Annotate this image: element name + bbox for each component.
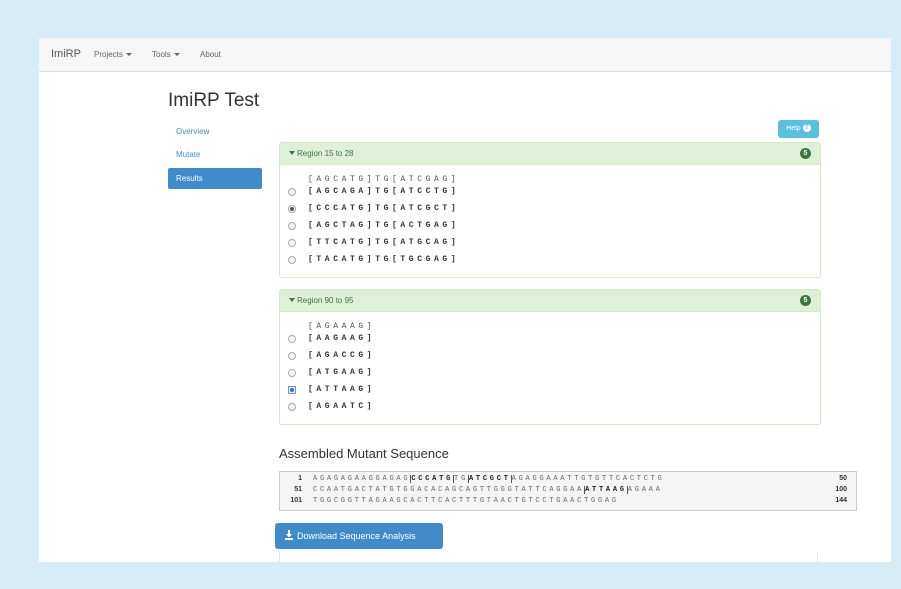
radio-button[interactable]	[288, 256, 296, 264]
radio-button[interactable]	[288, 239, 296, 247]
line-sequence: TGGCGGTTAGAAGCACTTCACTTTGTAACTGTCCTGAACT…	[313, 497, 619, 505]
original-sequence: [AGCATG]TG[ATCGAG]	[308, 175, 460, 184]
radio-button[interactable]	[288, 369, 296, 377]
region-panel-header[interactable]: Region 90 to 95 5	[280, 290, 820, 312]
line-sequence: AGAGAGAAGGAGAGCCCATGTGATCGCTAGAGGAAATTGT…	[313, 475, 665, 483]
region-panel-header[interactable]: Region 15 to 28 5	[280, 143, 820, 165]
sequence-segment: CCAATGACTATGTGGACACAGCAGTTGGGTATTCAGGAA	[313, 486, 585, 494]
sequence-segment: AGAGAGAAGGAGAG	[313, 475, 411, 483]
option-sequence: [TTCATG]TG[ATGCAG]	[308, 238, 460, 247]
region-panel: Region 15 to 28 5 [AGCATG]TG[ATCGAG] [AG…	[279, 142, 821, 278]
sequence-line: 51 CCAATGACTATGTGGACACAGCAGTTGGGTATTCAGG…	[280, 486, 856, 497]
nav-projects-label: Projects	[94, 50, 123, 59]
download-sequence-analysis-button[interactable]: Download Sequence Analysis	[275, 523, 443, 549]
mutated-segment: CCCATG	[410, 475, 454, 483]
option-sequence: [AGAATC]	[308, 402, 376, 411]
option-sequence: [AGCTAG]TG[ACTGAG]	[308, 221, 460, 230]
radio-button-selected[interactable]	[288, 205, 296, 213]
sequence-line: 101 TGGCGGTTAGAAGCACTTCACTTTGTAACTGTCCTG…	[280, 497, 856, 508]
help-label: Help	[786, 125, 801, 132]
sequence-segment: TGGCGGTTAGAAGCACTTCACTTTGTAACTGTCCTGAACT…	[313, 497, 619, 505]
sequence-segment: TG	[453, 475, 468, 483]
region-title: Region 15 to 28	[297, 149, 354, 158]
page-title: ImiRP Test	[168, 90, 260, 111]
mutated-segment: ATCGCT	[467, 475, 511, 483]
original-sequence: [AGAAAG]	[308, 322, 376, 331]
question-circle-icon: ?	[802, 124, 811, 133]
app-window: ImiRP Projects Tools About ImiRP Test Ov…	[39, 38, 891, 562]
brand-logo[interactable]: ImiRP	[51, 48, 81, 60]
navbar: ImiRP Projects Tools About	[39, 38, 891, 72]
divider	[279, 552, 280, 562]
radio-button[interactable]	[288, 403, 296, 411]
region-title: Region 90 to 95	[297, 296, 354, 305]
download-icon	[285, 530, 293, 540]
option-sequence: [TACATG]TG[TGCGAG]	[308, 255, 460, 264]
radio-button-selected[interactable]	[288, 386, 296, 394]
line-end-number: 144	[835, 497, 847, 504]
line-sequence: CCAATGACTATGTGGACACAGCAGTTGGGTATTCAGGAAA…	[313, 486, 663, 494]
nav-tools-label: Tools	[152, 50, 171, 59]
sequence-segment: AGAGGAAATTGTGTTCACTCTG	[510, 475, 665, 483]
nav-tools-dropdown[interactable]: Tools	[152, 50, 180, 59]
sidebar-item-label: Mutate	[176, 150, 201, 159]
option-count-badge: 5	[800, 295, 811, 306]
option-sequence: [ATGAAG]	[308, 368, 376, 377]
download-button-label: Download Sequence Analysis	[297, 531, 416, 541]
option-sequence: [ATTAAG]	[308, 385, 376, 394]
line-start-number: 101	[290, 497, 302, 504]
sidebar-item-results[interactable]: Results	[168, 168, 262, 189]
line-start-number: 51	[294, 486, 302, 493]
region-panel: Region 90 to 95 5 [AGAAAG] [AAGAAG] [AGA…	[279, 289, 821, 425]
sequence-segment: AGAAA	[626, 486, 663, 494]
option-sequence: [AGACCG]	[308, 351, 376, 360]
radio-button[interactable]	[288, 335, 296, 343]
option-sequence: [CCCATG]TG[ATCGCT]	[308, 204, 460, 213]
nav-about-link[interactable]: About	[200, 50, 221, 59]
assembled-sequence-box: 1 AGAGAGAAGGAGAGCCCATGTGATCGCTAGAGGAAATT…	[279, 471, 857, 511]
assembled-sequence-title: Assembled Mutant Sequence	[279, 446, 449, 461]
nav-projects-dropdown[interactable]: Projects	[94, 50, 132, 59]
divider	[817, 552, 818, 562]
help-button[interactable]: Help?	[778, 120, 819, 138]
line-end-number: 50	[839, 475, 847, 482]
option-sequence: [AAGAAG]	[308, 334, 376, 343]
radio-button[interactable]	[288, 222, 296, 230]
caret-down-icon	[289, 298, 295, 302]
radio-button[interactable]	[288, 188, 296, 196]
radio-button[interactable]	[288, 352, 296, 360]
line-start-number: 1	[298, 475, 302, 482]
chevron-down-icon	[173, 53, 180, 57]
caret-down-icon	[289, 151, 295, 155]
sidebar-item-label: Overview	[176, 127, 210, 136]
option-sequence: [AGCAGA]TG[ATCCTG]	[308, 187, 460, 196]
option-count-badge: 5	[800, 148, 811, 159]
mutated-segment: ATTAAG	[584, 486, 627, 494]
line-end-number: 100	[835, 486, 847, 493]
sidebar-item-label: Results	[176, 174, 203, 183]
sequence-line: 1 AGAGAGAAGGAGAGCCCATGTGATCGCTAGAGGAAATT…	[280, 475, 856, 486]
chevron-down-icon	[125, 53, 132, 57]
